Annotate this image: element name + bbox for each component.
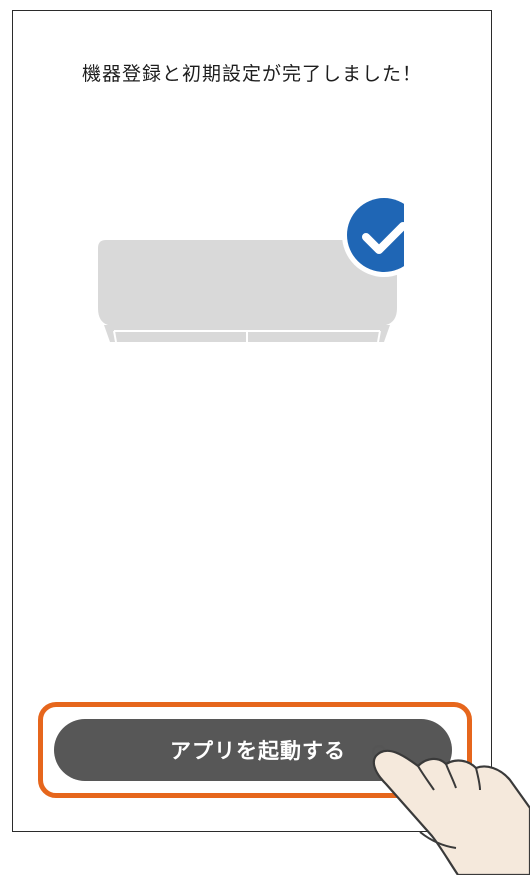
launch-app-label: アプリを起動する <box>170 739 346 763</box>
air-conditioner-illustration <box>98 193 404 343</box>
pointing-hand-icon <box>372 745 530 875</box>
completion-title: 機器登録と初期設定が完了しました！ <box>81 63 422 85</box>
